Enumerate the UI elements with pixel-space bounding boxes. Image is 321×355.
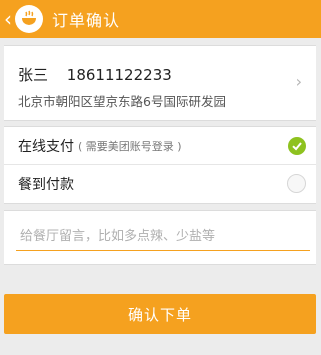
message-card xyxy=(4,210,316,265)
contact-name: 张三 xyxy=(18,66,49,84)
app-header: ‹ 订单确认 xyxy=(0,0,321,38)
payment-option-cash[interactable]: 餐到付款 xyxy=(4,165,316,202)
payment-option-online[interactable]: 在线支付 ( 需要美团账号登录 ) xyxy=(4,127,316,165)
back-chevron-icon[interactable]: ‹ xyxy=(2,0,14,38)
bowl-logo-icon xyxy=(15,5,43,33)
check-circle-icon[interactable] xyxy=(288,136,306,155)
page-title: 订单确认 xyxy=(52,11,121,30)
payment-method-card: 在线支付 ( 需要美团账号登录 ) 餐到付款 xyxy=(4,126,316,204)
delivery-address-card[interactable]: 张三 18611122233 北京市朝阳区望京东路6号国际研发园 › xyxy=(4,45,316,121)
cash-pay-label: 餐到付款 xyxy=(18,176,74,193)
contact-row: 张三 18611122233 xyxy=(18,64,172,85)
address-text: 北京市朝阳区望京东路6号国际研发园 xyxy=(18,94,226,109)
contact-phone: 18611122233 xyxy=(66,66,172,84)
online-pay-label: 在线支付 xyxy=(18,138,74,155)
online-pay-note: ( 需要美团账号登录 ) xyxy=(78,139,182,153)
chevron-right-icon: › xyxy=(295,72,302,91)
restaurant-message-input[interactable] xyxy=(16,222,310,251)
confirm-order-button[interactable]: 确认下单 xyxy=(4,294,316,334)
radio-unchecked-icon[interactable] xyxy=(287,174,306,193)
